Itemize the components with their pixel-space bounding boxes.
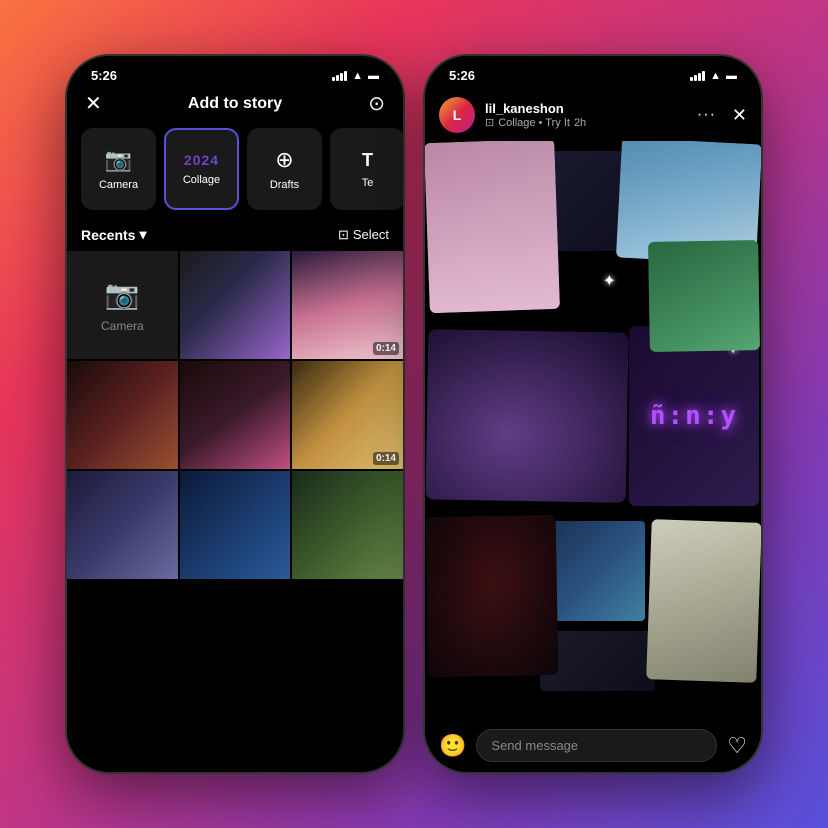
drafts-tab-label: Drafts — [270, 179, 299, 191]
neon-text: ñ:n:y — [650, 401, 738, 431]
send-message-input[interactable]: Send message — [476, 729, 717, 762]
sparkle-2: ✦ — [603, 271, 616, 291]
story-photo-5 — [426, 329, 629, 502]
recents-dropdown-icon: ▾ — [139, 226, 146, 243]
grid-photo-2[interactable]: 0:14 — [292, 251, 403, 359]
collage-tab-icon: 2024 — [184, 152, 219, 168]
story-photo-9 — [646, 519, 761, 683]
close-icon[interactable]: ✕ — [85, 91, 102, 116]
signal-bar-2 — [336, 75, 339, 81]
status-icons-1: ▲ ▬ — [332, 70, 379, 82]
story-username[interactable]: lil_kaneshon — [485, 101, 687, 116]
drafts-tab-icon: ⊕ — [275, 147, 293, 173]
text-tab-label: Te — [362, 177, 374, 189]
user-avatar: L — [439, 97, 475, 133]
photo-grid: 📷 Camera 0:14 0:14 — [67, 251, 403, 579]
select-label: Select — [353, 227, 389, 242]
recents-dropdown[interactable]: Recents ▾ — [81, 226, 147, 243]
story-meta: ⊡ Collage • Try It 2h — [485, 116, 687, 129]
time-2: 5:26 — [449, 68, 475, 83]
phones-container: 5:26 ▲ ▬ ✕ Add to story ⊙ 📷 Camera — [65, 54, 763, 774]
select-icon: ⊡ — [338, 227, 349, 243]
home-bar-2 — [425, 772, 761, 774]
signal-bar-7 — [698, 73, 701, 81]
signal-bar-3 — [340, 73, 343, 81]
video-duration-2: 0:14 — [373, 452, 399, 465]
tab-drafts[interactable]: ⊕ Drafts — [247, 128, 322, 210]
story-tag: Collage • Try It — [498, 117, 570, 129]
signal-bar-1 — [332, 77, 335, 81]
story-photo-7 — [426, 515, 559, 677]
camera-cell-label: Camera — [101, 319, 144, 333]
signal-bars-1 — [332, 71, 347, 81]
grid-photo-8[interactable] — [292, 471, 403, 579]
message-placeholder: Send message — [491, 738, 578, 753]
settings-icon[interactable]: ⊙ — [368, 91, 385, 116]
close-story-icon[interactable]: ✕ — [732, 105, 747, 126]
more-icon[interactable]: ··· — [697, 106, 716, 124]
story-header: L lil_kaneshon ⊡ Collage • Try It 2h ···… — [425, 91, 761, 141]
story-photo-4 — [648, 240, 760, 352]
camera-tab-icon: 📷 — [105, 147, 132, 173]
wifi-icon-1: ▲ — [352, 70, 363, 82]
grid-photo-5[interactable]: 0:14 — [292, 361, 403, 469]
story-time: 2h — [574, 117, 586, 129]
collage-dot-icon: ⊡ — [485, 116, 494, 129]
time-1: 5:26 — [91, 68, 117, 83]
phone-add-to-story: 5:26 ▲ ▬ ✕ Add to story ⊙ 📷 Camera — [65, 54, 405, 774]
story-photo-8 — [545, 521, 645, 621]
grid-photo-4[interactable] — [180, 361, 291, 469]
story-collage-grid: ñ:n:y ✦ ✦ ✦ — [425, 141, 761, 721]
camera-icon: 📷 — [105, 278, 140, 311]
collage-tab-label: Collage — [183, 174, 220, 186]
emoji-button[interactable]: 🙂 — [439, 733, 466, 759]
recents-label-text: Recents — [81, 227, 135, 243]
tabs-row: 📷 Camera 2024 Collage ⊕ Drafts T Te — [67, 128, 403, 222]
story-actions: ··· ✕ — [697, 105, 747, 126]
signal-bar-5 — [690, 77, 693, 81]
tab-text[interactable]: T Te — [330, 128, 403, 210]
grid-photo-7[interactable] — [180, 471, 291, 579]
recents-row: Recents ▾ ⊡ Select — [67, 222, 403, 251]
phone-story-view: 5:26 ▲ ▬ L lil_kaneshon ⊡ Collage • Try … — [423, 54, 763, 774]
grid-photo-1[interactable] — [180, 251, 291, 359]
video-duration-1: 0:14 — [373, 342, 399, 355]
photo-figure-1 — [180, 251, 291, 359]
battery-icon-2: ▬ — [726, 70, 737, 82]
message-bar: 🙂 Send message ♡ — [425, 721, 761, 772]
select-button[interactable]: ⊡ Select — [338, 227, 389, 243]
status-icons-2: ▲ ▬ — [690, 70, 737, 82]
story-photo-1 — [425, 141, 560, 313]
grid-photo-3[interactable] — [67, 361, 178, 469]
wifi-icon-2: ▲ — [710, 70, 721, 82]
heart-button[interactable]: ♡ — [727, 733, 747, 759]
signal-bars-2 — [690, 71, 705, 81]
page-title: Add to story — [188, 95, 282, 113]
story-photo-6: ñ:n:y ✦ — [629, 326, 759, 506]
status-bar-2: 5:26 ▲ ▬ — [425, 56, 761, 91]
signal-bar-6 — [694, 75, 697, 81]
signal-bar-8 — [702, 71, 705, 81]
signal-bar-4 — [344, 71, 347, 81]
tab-camera[interactable]: 📷 Camera — [81, 128, 156, 210]
text-tab-icon: T — [362, 150, 373, 171]
camera-cell[interactable]: 📷 Camera — [67, 251, 178, 359]
grid-photo-6[interactable] — [67, 471, 178, 579]
story-user-info: lil_kaneshon ⊡ Collage • Try It 2h — [485, 101, 687, 129]
add-to-story-header: ✕ Add to story ⊙ — [67, 91, 403, 128]
tab-collage[interactable]: 2024 Collage — [164, 128, 239, 210]
status-bar-1: 5:26 ▲ ▬ — [67, 56, 403, 91]
camera-tab-label: Camera — [99, 179, 138, 191]
battery-icon-1: ▬ — [368, 70, 379, 82]
